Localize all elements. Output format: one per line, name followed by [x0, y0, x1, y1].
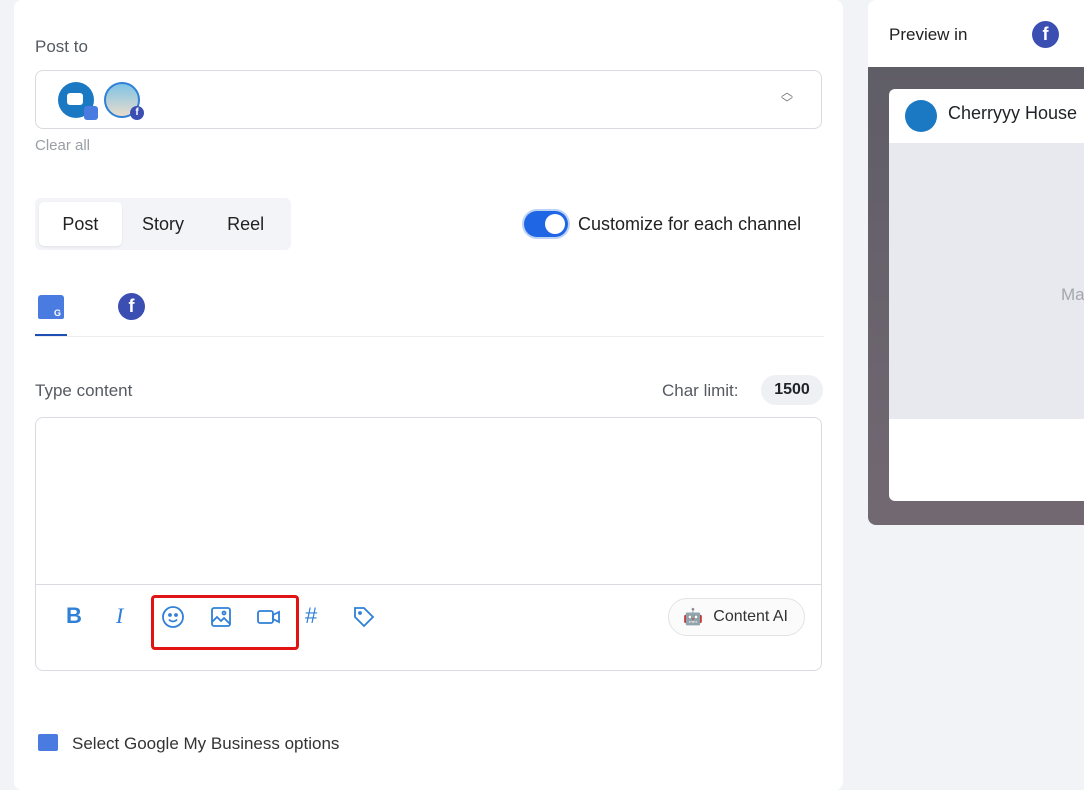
content-ai-button[interactable]: 🤖 Content AI — [668, 598, 805, 636]
tab-reel[interactable]: Reel — [204, 202, 287, 246]
tab-google-my-business[interactable]: G — [38, 295, 64, 319]
tab-story[interactable]: Story — [122, 202, 205, 246]
preview-post: Cherryyy House Ma — [889, 89, 1084, 501]
type-content-label: Type content — [35, 381, 133, 400]
post-type-tabs: Post Story Reel — [35, 198, 291, 250]
hashtag-button[interactable]: # — [305, 603, 317, 629]
tab-post[interactable]: Post — [39, 202, 122, 246]
preview-panel: Preview in f Cherryyy House Ma — [868, 0, 1084, 525]
gmb-options-link[interactable]: Select Google My Business options — [72, 734, 339, 754]
content-ai-label: Content AI — [713, 608, 788, 625]
preview-media-placeholder: Ma — [1061, 285, 1084, 304]
tag-icon[interactable] — [352, 605, 376, 629]
preview-account-name: Cherryyy House — [948, 103, 1078, 123]
post-to-label: Post to — [35, 37, 88, 56]
italic-button[interactable]: I — [116, 603, 123, 629]
gmb-account-avatar[interactable] — [58, 82, 98, 120]
char-limit-badge: 1500 — [761, 375, 823, 405]
bold-button[interactable]: B — [66, 603, 82, 629]
compose-card: Post to f ︿ ﹀ Clear all Post Story Reel C… — [14, 0, 843, 790]
char-limit-label: Char limit: — [662, 381, 739, 400]
toolbar-divider — [36, 584, 821, 585]
facebook-account-avatar[interactable]: f — [104, 82, 144, 120]
preview-facebook-tab[interactable]: f — [1032, 21, 1059, 48]
highlight-box — [151, 595, 299, 650]
customize-label: Customize for each channel — [578, 214, 802, 234]
preview-avatar — [905, 100, 937, 132]
robot-icon: 🤖 — [683, 609, 704, 626]
customize-toggle[interactable] — [524, 211, 568, 237]
gmb-icon — [38, 734, 58, 751]
content-editor[interactable]: B I # 🤖 Content AI — [35, 417, 822, 671]
divider — [35, 336, 824, 337]
tab-facebook[interactable]: f — [118, 293, 145, 320]
preview-label: Preview in — [889, 25, 968, 44]
account-select[interactable]: f ︿ ﹀ — [35, 70, 822, 129]
clear-all-link[interactable]: Clear all — [35, 137, 90, 154]
preview-media: Ma — [889, 143, 1084, 419]
preview-frame: Cherryyy House Ma — [868, 67, 1084, 525]
gmb-badge-icon — [84, 106, 98, 120]
facebook-badge-icon: f — [130, 106, 144, 120]
chevron-updown-icon[interactable]: ︿ ﹀ — [781, 86, 793, 109]
